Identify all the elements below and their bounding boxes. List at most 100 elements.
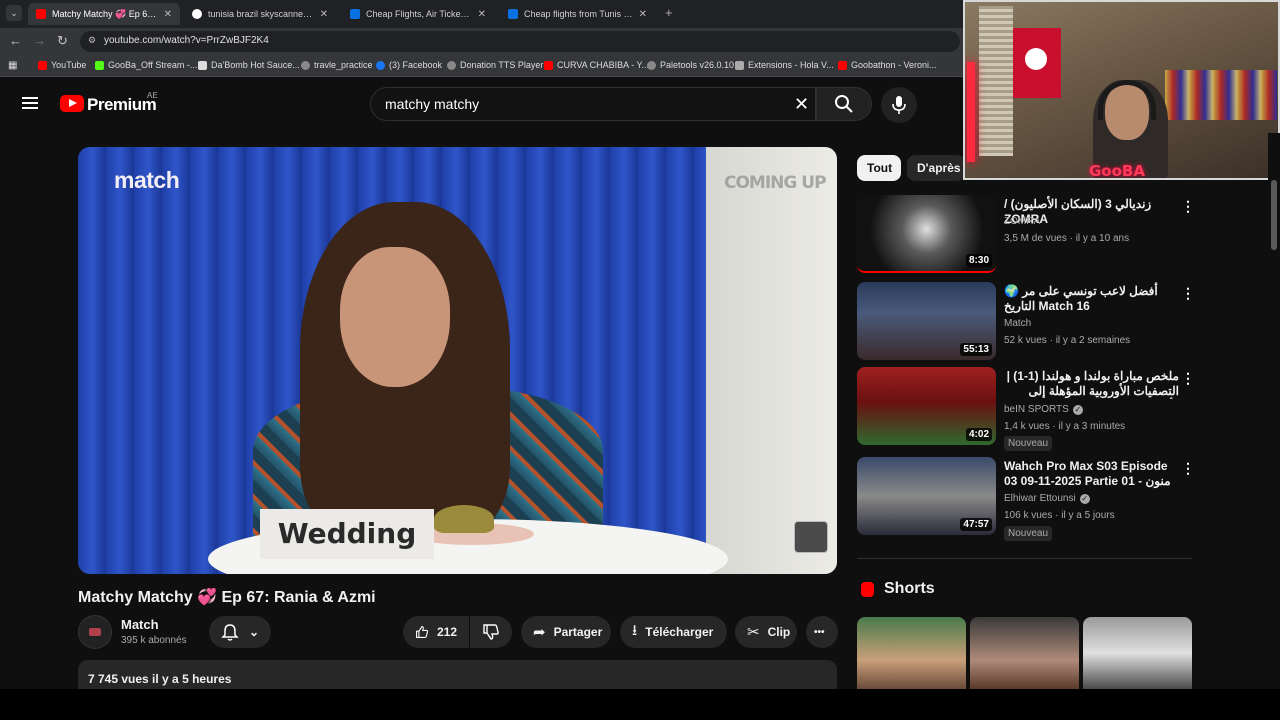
forward-icon[interactable]: → <box>33 33 46 48</box>
recommendation-item[interactable]: 47:57 Wahch Pro Max S03 Episode 03 09-11… <box>857 457 1195 541</box>
url-field[interactable]: ⚙ youtube.com/watch?v=PrrZwBJF2K4 <box>80 31 960 52</box>
screen-bottom-strip <box>0 689 1280 720</box>
video-thumbnail[interactable]: 55:13 <box>857 282 996 360</box>
bookmark-paletools[interactable]: Paletools v26.0.10 <box>647 60 734 70</box>
youtube-icon <box>36 9 46 19</box>
video-thumbnail[interactable]: 47:57 <box>857 457 996 535</box>
hamburger-menu-icon[interactable] <box>22 97 38 109</box>
recommendation-channel[interactable]: Match <box>1004 318 1031 329</box>
duration-badge: 55:13 <box>960 343 992 356</box>
clip-label: Clip <box>767 625 791 639</box>
like-button[interactable]: 212 <box>403 616 469 648</box>
reload-icon[interactable]: ↻ <box>57 33 68 49</box>
duration-badge: 8:30 <box>965 254 992 267</box>
dislike-button[interactable] <box>470 616 512 648</box>
scrollbar-thumb[interactable] <box>1271 180 1277 250</box>
divider <box>857 558 1192 559</box>
shorts-section-title: Shorts <box>884 580 935 597</box>
chip-all[interactable]: Tout <box>857 155 901 181</box>
browser-tab[interactable]: Cheap Flights, Air Tickets & Flig ✕ <box>342 3 494 25</box>
bookmark-gooba[interactable]: GooBa_Off Stream -... <box>95 60 197 70</box>
search-input[interactable]: matchy matchy <box>370 87 816 121</box>
shorts-icon <box>861 582 874 597</box>
region-code: AE <box>147 91 158 100</box>
more-vertical-icon[interactable]: ⋮ <box>1181 370 1195 387</box>
site-info-icon[interactable]: ⚙ <box>88 35 96 46</box>
short-thumbnail[interactable] <box>857 617 966 689</box>
more-vertical-icon[interactable]: ⋮ <box>1181 285 1195 302</box>
duration-badge: 4:02 <box>965 428 992 441</box>
more-vertical-icon[interactable]: ⋮ <box>1181 460 1195 477</box>
more-actions-button[interactable]: ••• <box>806 616 838 648</box>
clear-search-icon[interactable]: ✕ <box>794 94 809 115</box>
channel-avatar[interactable] <box>78 615 112 649</box>
player-brand-overlay: match <box>114 167 180 193</box>
scissors-icon: ✂ <box>747 624 760 641</box>
search-button[interactable] <box>816 87 872 121</box>
webcam-neon-sign: GooBA <box>1089 162 1145 180</box>
more-horizontal-icon: ••• <box>814 626 825 638</box>
notification-bell-button[interactable]: ⌄ <box>209 616 271 648</box>
youtube-icon <box>38 60 47 70</box>
globe-icon <box>447 60 456 70</box>
browser-tab-active[interactable]: Matchy Matchy 💞 Ep 67: Rania ✕ <box>28 3 180 25</box>
chip-related[interactable]: D'après v <box>907 155 965 181</box>
bookmark-donation[interactable]: Donation TTS Player <box>447 60 543 70</box>
youtube-premium-wordmark[interactable]: Premium <box>87 95 157 115</box>
tab-list-dropdown-icon[interactable]: ⌄ <box>6 5 22 21</box>
new-tab-icon[interactable]: + <box>665 5 673 20</box>
new-badge: Nouveau <box>1004 526 1053 541</box>
handshake-icon <box>794 521 828 553</box>
recommendation-channel[interactable]: ZOMRA <box>1004 216 1040 227</box>
recommendation-item[interactable]: 8:30 زنديالي 3 (السكان الأصليون) / ZOMRA… <box>857 195 1195 275</box>
bookmark-dabomb[interactable]: Da'Bomb Hot Sauce... <box>198 60 300 70</box>
bookmark-extensions[interactable]: Extensions - Hola V... <box>735 60 834 70</box>
recommendation-title[interactable]: 🌍 أفضل لاعب تونسي على مر التاريخ Match 1… <box>1004 284 1179 314</box>
recommendation-title[interactable]: Wahch Pro Max S03 Episode 03 09-11-2025 … <box>1004 459 1179 489</box>
more-vertical-icon[interactable]: ⋮ <box>1181 198 1195 215</box>
back-icon[interactable]: ← <box>9 33 22 48</box>
facebook-icon <box>376 60 385 70</box>
views-and-date: 7 745 vues il y a 5 heures <box>88 672 232 686</box>
skyscanner-icon <box>350 9 360 19</box>
close-tab-icon[interactable]: ✕ <box>164 9 172 20</box>
thumbs-up-icon <box>416 626 429 638</box>
recommendation-channel[interactable]: beIN SPORTS ✓ <box>1004 404 1083 415</box>
duration-badge: 47:57 <box>960 518 992 531</box>
url-text: youtube.com/watch?v=PrrZwBJF2K4 <box>104 35 269 46</box>
tunisia-flag-icon <box>1013 28 1061 98</box>
close-tab-icon[interactable]: ✕ <box>478 9 486 20</box>
bookmark-travle[interactable]: travle_practice <box>301 60 373 70</box>
close-tab-icon[interactable]: ✕ <box>320 9 328 20</box>
voice-search-button[interactable] <box>881 87 917 123</box>
channel-name[interactable]: Match <box>121 617 159 632</box>
clip-button[interactable]: ✂ Clip <box>735 616 797 648</box>
skyscanner-icon <box>508 9 518 19</box>
short-thumbnail[interactable] <box>970 617 1079 689</box>
short-thumbnail[interactable] <box>1083 617 1192 689</box>
apps-grid-icon[interactable]: ▦ <box>8 60 17 71</box>
bookmark-facebook[interactable]: (3) Facebook <box>376 60 442 70</box>
close-tab-icon[interactable]: ✕ <box>639 9 647 20</box>
share-button[interactable]: ➦ Partager <box>521 616 611 648</box>
recommendation-item[interactable]: 4:02 ملخص مباراة بولندا و هولندا (1-1) |… <box>857 367 1195 451</box>
video-player[interactable]: Wedding match COMING UP <box>78 147 837 574</box>
puzzle-icon <box>735 60 744 70</box>
recommendation-channel[interactable]: Elhiwar Ettounsi ✓ <box>1004 493 1090 504</box>
browser-tab[interactable]: tunisia brazil skyscanner - Rech ✕ <box>184 3 336 25</box>
youtube-icon <box>838 60 847 70</box>
webcam-shelf <box>1165 70 1277 120</box>
recommendation-item[interactable]: 55:13 🌍 أفضل لاعب تونسي على مر التاريخ M… <box>857 282 1195 362</box>
recommendation-title[interactable]: ملخص مباراة بولندا و هولندا (1-1) | التص… <box>1004 369 1179 399</box>
youtube-logo-icon[interactable] <box>60 95 84 112</box>
bookmark-curva[interactable]: CURVA CHABIBA - Y... <box>544 60 649 70</box>
verified-icon: ✓ <box>1072 405 1083 415</box>
browser-tab[interactable]: Cheap flights from Tunis Carth ✕ <box>500 3 655 25</box>
video-thumbnail[interactable]: 8:30 <box>857 195 996 273</box>
player-coming-up-overlay: COMING UP <box>724 173 827 193</box>
video-thumbnail[interactable]: 4:02 <box>857 367 996 445</box>
video-frame-wall <box>706 147 837 574</box>
download-button[interactable]: ⭳ Télécharger <box>620 616 727 648</box>
bookmark-goobathon[interactable]: Goobathon - Veroni... <box>838 60 937 70</box>
bookmark-youtube[interactable]: YouTube <box>38 60 86 70</box>
